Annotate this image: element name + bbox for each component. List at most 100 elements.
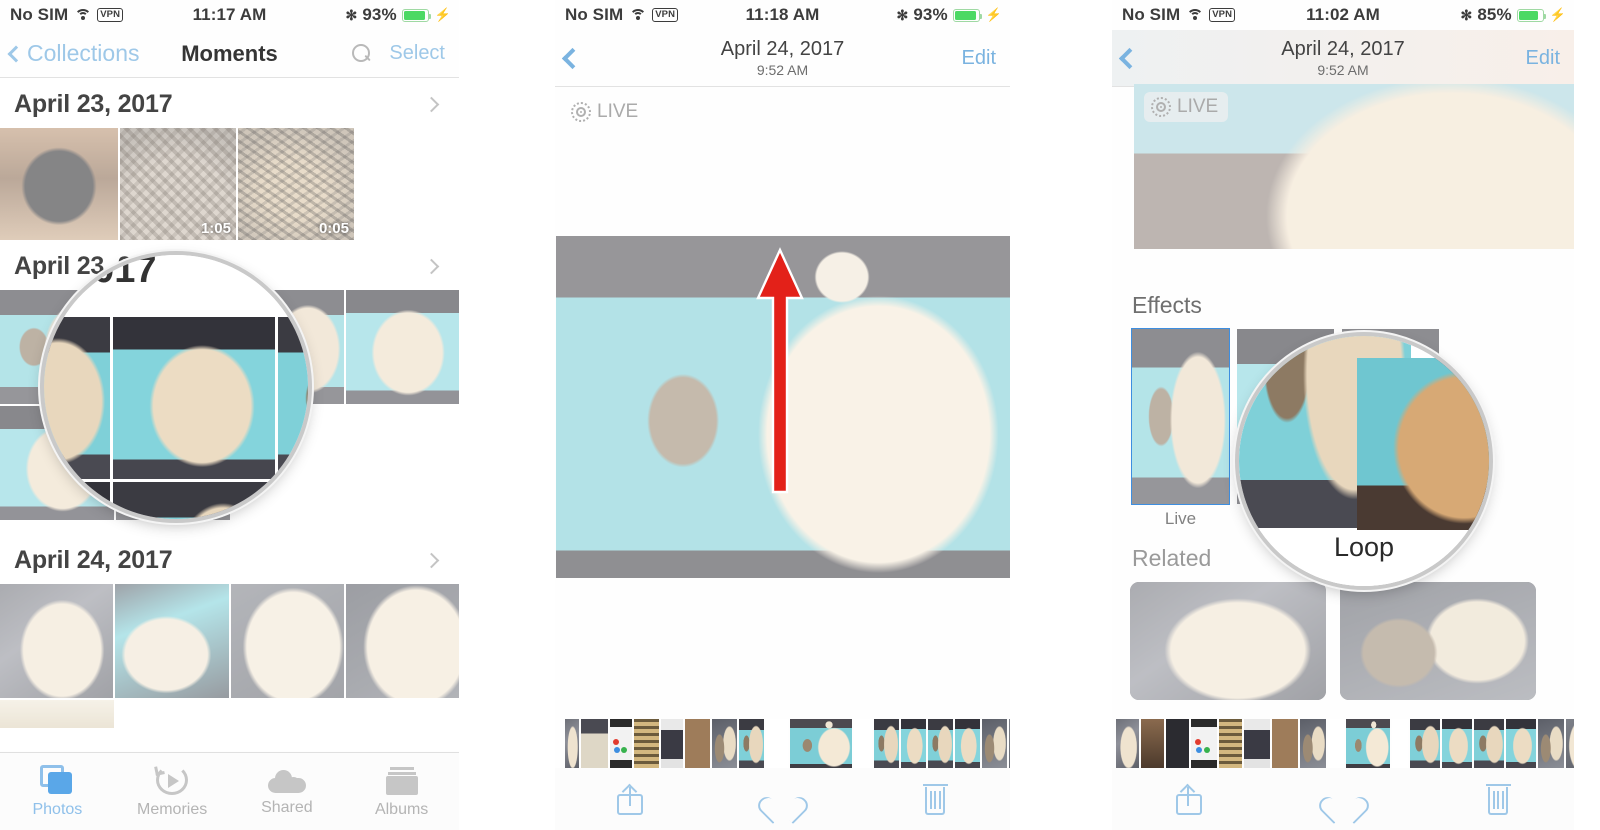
status-bar: No SIM VPN 11:17 AM ✻ 93% ⚡ <box>0 0 459 30</box>
nav-right-actions: Select <box>352 42 445 65</box>
tab-photos[interactable]: Photos <box>0 764 115 819</box>
tab-label: Shared <box>261 798 313 816</box>
photo-viewer[interactable] <box>556 236 1010 578</box>
edit-button[interactable]: Edit <box>962 47 996 70</box>
loupe-date-text: 2017 <box>72 255 157 291</box>
photo-preview[interactable]: LIVE <box>1134 84 1574 249</box>
photo-thumb[interactable] <box>0 584 114 698</box>
section-header[interactable]: April 24, 2017 <box>0 520 459 584</box>
memories-icon <box>154 764 189 795</box>
video-thumb[interactable]: 1:05 <box>120 128 236 240</box>
bluetooth-icon: ✻ <box>345 6 358 23</box>
live-badge-row: LIVE <box>555 87 1010 123</box>
chevron-right-icon[interactable] <box>423 96 440 113</box>
tab-bar: Photos Memories Shared Albums <box>0 752 459 830</box>
battery-percent: 85% <box>1477 5 1512 24</box>
battery-icon <box>952 8 983 22</box>
photo-grid-row <box>0 584 459 698</box>
battery-icon <box>1516 8 1547 22</box>
photos-icon <box>40 764 74 795</box>
photo-date-title: April 24, 2017 9:52 AM <box>1112 38 1574 78</box>
edit-label: Edit <box>1525 46 1560 69</box>
navigation-bar: April 24, 2017 9:52 AM Edit <box>1112 30 1574 87</box>
photo-grid-row <box>0 700 459 728</box>
status-right: ✻ 85% ⚡ <box>1461 5 1566 25</box>
photo-thumb[interactable] <box>115 584 229 698</box>
photo-grid-row: 1:05 0:05 <box>0 128 459 240</box>
tab-albums[interactable]: Albums <box>344 765 459 819</box>
tab-shared[interactable]: Shared <box>230 767 345 817</box>
live-photo-badge[interactable]: LIVE <box>1144 92 1229 122</box>
related-list <box>1112 582 1574 700</box>
photo-date: April 24, 2017 <box>1281 37 1405 60</box>
live-photo-icon <box>1151 97 1171 117</box>
effects-title: Effects <box>1132 292 1202 318</box>
cloud-icon <box>267 767 306 793</box>
live-label: LIVE <box>1177 96 1219 117</box>
tab-label: Photos <box>32 800 83 818</box>
edit-button[interactable]: Edit <box>1526 47 1560 70</box>
photo-thumb[interactable] <box>230 584 344 698</box>
phone-panel-photo-detail: No SIM VPN 11:18 AM ✻ 93% ⚡ April 24, 20… <box>555 0 1010 830</box>
status-bar: No SIM VPN 11:02 AM ✻ 85% ⚡ <box>1112 0 1574 30</box>
photo-thumb[interactable] <box>345 290 459 404</box>
film-strip[interactable] <box>1112 719 1574 768</box>
bluetooth-icon: ✻ <box>896 6 909 23</box>
related-thumbnail[interactable] <box>1130 582 1326 700</box>
heart-icon[interactable] <box>1315 786 1372 824</box>
section-header[interactable]: April 23, 2017 <box>0 78 459 128</box>
loupe-content: Loop <box>1239 336 1489 586</box>
tab-memories[interactable]: Memories <box>115 764 230 819</box>
tab-label: Memories <box>137 800 208 818</box>
related-thumbnail[interactable] <box>1340 582 1536 700</box>
photo-thumb[interactable] <box>345 584 459 698</box>
swipe-up-arrow-annotation <box>756 247 804 494</box>
select-button[interactable]: Select <box>389 42 445 65</box>
effect-thumbnail <box>1131 328 1230 505</box>
charging-bolt-icon: ⚡ <box>434 7 451 22</box>
detail-toolbar <box>1112 768 1574 830</box>
status-bar: No SIM VPN 11:18 AM ✻ 93% ⚡ <box>555 0 1010 30</box>
effect-label: Live <box>1164 509 1197 528</box>
chevron-right-icon[interactable] <box>423 258 440 275</box>
albums-icon <box>385 765 418 795</box>
photo-date: April 24, 2017 <box>720 37 845 60</box>
edit-label: Edit <box>961 46 996 69</box>
magnifier-loupe: Loop <box>1239 336 1489 586</box>
section-date: April 23, 2017 <box>14 90 173 118</box>
effect-option-live[interactable]: Live <box>1131 328 1230 529</box>
trash-icon[interactable] <box>922 783 948 815</box>
navigation-bar: Collections Moments Select <box>0 30 459 78</box>
charging-bolt-icon: ⚡ <box>1549 7 1566 22</box>
status-right: ✻ 93% ⚡ <box>897 5 1002 25</box>
live-photo-icon <box>571 102 591 122</box>
loupe-effect-label: Loop <box>1333 532 1395 562</box>
video-duration: 1:05 <box>200 220 231 237</box>
magnifier-loupe: 2017 <box>44 255 308 519</box>
bluetooth-icon: ✻ <box>1460 6 1473 23</box>
photo-time: 9:52 AM <box>756 61 809 78</box>
screenshot-stage: No SIM VPN 11:17 AM ✻ 93% ⚡ Collections … <box>0 0 1600 830</box>
live-photo-badge[interactable]: LIVE <box>571 101 1010 123</box>
loupe-content: 2017 <box>44 255 308 519</box>
share-icon[interactable] <box>617 783 644 815</box>
film-strip[interactable] <box>555 719 1010 768</box>
detail-toolbar <box>555 768 1010 830</box>
charging-bolt-icon: ⚡ <box>985 7 1002 22</box>
chevron-right-icon[interactable] <box>423 552 440 569</box>
battery-percent: 93% <box>362 5 397 24</box>
photo-thumb[interactable] <box>0 128 118 240</box>
battery-percent: 93% <box>913 5 948 24</box>
status-right: ✻ 93% ⚡ <box>346 5 451 25</box>
video-thumb[interactable]: 0:05 <box>238 128 354 240</box>
video-duration: 0:05 <box>318 220 349 237</box>
battery-icon <box>401 8 432 22</box>
share-icon[interactable] <box>1175 783 1202 815</box>
heart-icon[interactable] <box>754 786 812 824</box>
trash-icon[interactable] <box>1485 783 1511 815</box>
search-icon[interactable] <box>352 44 371 63</box>
photo-date-title: April 24, 2017 9:52 AM <box>555 38 1010 78</box>
photo-thumb[interactable] <box>0 700 114 728</box>
navigation-bar: April 24, 2017 9:52 AM Edit <box>555 30 1010 87</box>
section-date: April 24, 2017 <box>14 546 173 574</box>
